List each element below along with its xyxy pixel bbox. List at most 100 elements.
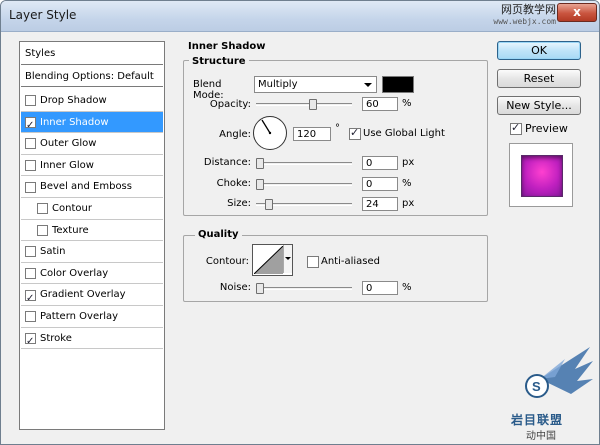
style-item-checkbox[interactable] bbox=[25, 115, 36, 136]
angle-unit: ° bbox=[335, 123, 340, 134]
window-title: Layer Style bbox=[9, 8, 77, 22]
style-item-label: Inner Glow bbox=[40, 159, 94, 171]
style-item-checkbox[interactable] bbox=[25, 288, 36, 309]
style-item-label: Contour bbox=[52, 203, 92, 214]
blend-mode-label: Blend Mode: bbox=[193, 79, 224, 101]
style-item-drop-shadow[interactable]: Drop Shadow bbox=[21, 90, 163, 112]
blend-mode-value: Multiply bbox=[258, 79, 298, 90]
style-item-stroke[interactable]: Stroke bbox=[21, 328, 163, 352]
style-item-inner-shadow[interactable]: Inner Shadow bbox=[21, 111, 163, 136]
contour-curve-icon bbox=[254, 246, 284, 274]
style-item-label: Color Overlay bbox=[40, 267, 109, 279]
watermark-top-sub: www.webjx.com bbox=[493, 17, 556, 26]
size-field[interactable]: 24 bbox=[362, 197, 398, 211]
close-icon: x bbox=[573, 5, 581, 19]
watermark-bottom2: 动中国 bbox=[526, 431, 556, 442]
inner-shadow-title: Inner Shadow bbox=[185, 41, 269, 52]
choke-label: Choke: bbox=[216, 178, 251, 189]
opacity-label: Opacity: bbox=[209, 99, 251, 110]
size-label: Size: bbox=[227, 198, 251, 209]
opacity-slider-thumb[interactable] bbox=[308, 99, 317, 110]
contour-dropdown[interactable] bbox=[283, 245, 292, 273]
style-item-checkbox[interactable] bbox=[25, 268, 36, 280]
noise-slider-track bbox=[256, 287, 352, 290]
angle-label: Angle: bbox=[219, 129, 251, 140]
style-item-label: Stroke bbox=[40, 332, 72, 344]
distance-slider-track bbox=[256, 162, 352, 165]
style-item-label: Bevel and Emboss bbox=[40, 181, 132, 193]
styles-header[interactable]: Styles bbox=[21, 43, 163, 65]
style-item-checkbox[interactable] bbox=[25, 246, 36, 258]
distance-label: Distance: bbox=[203, 157, 251, 168]
shadow-color-swatch[interactable] bbox=[382, 76, 414, 93]
style-item-checkbox[interactable] bbox=[25, 311, 36, 323]
choke-field[interactable]: 0 bbox=[362, 177, 398, 191]
styles-list: Styles Blending Options: Default Drop Sh… bbox=[19, 41, 165, 430]
anti-aliased-checkbox[interactable] bbox=[307, 256, 319, 268]
noise-label: Noise: bbox=[219, 282, 251, 293]
style-item-texture[interactable]: Texture bbox=[21, 220, 163, 242]
style-item-outer-glow[interactable]: Outer Glow bbox=[21, 133, 163, 155]
style-item-pattern-overlay[interactable]: Pattern Overlay bbox=[21, 306, 163, 328]
style-item-label: Inner Shadow bbox=[40, 116, 109, 128]
distance-field[interactable]: 0 bbox=[362, 156, 398, 170]
preview-image bbox=[521, 155, 563, 197]
noise-slider-thumb[interactable] bbox=[256, 283, 264, 294]
reset-button[interactable]: Reset bbox=[497, 69, 581, 88]
choke-slider-thumb[interactable] bbox=[256, 179, 264, 190]
size-slider-thumb[interactable] bbox=[264, 199, 273, 210]
preview-thumbnail bbox=[509, 143, 573, 207]
quality-title: Quality bbox=[195, 229, 242, 240]
style-item-label: Drop Shadow bbox=[40, 95, 107, 106]
style-item-checkbox[interactable] bbox=[37, 203, 48, 215]
chevron-down-icon bbox=[364, 83, 372, 87]
title-bar: Layer Style 网页教学网 www.webjx.com x bbox=[1, 1, 599, 32]
style-item-checkbox[interactable] bbox=[25, 95, 36, 107]
svg-text:S: S bbox=[532, 379, 541, 394]
distance-slider-thumb[interactable] bbox=[256, 158, 264, 169]
use-global-light-checkbox[interactable] bbox=[349, 126, 361, 140]
contour-picker[interactable] bbox=[252, 244, 293, 276]
style-item-contour[interactable]: Contour bbox=[21, 198, 163, 220]
opacity-slider-track bbox=[256, 103, 352, 106]
angle-field[interactable]: 120 bbox=[293, 127, 331, 141]
watermark-bottom: 岩目联盟 bbox=[511, 413, 564, 427]
style-item-inner-glow[interactable]: Inner Glow bbox=[21, 155, 163, 177]
style-item-checkbox[interactable] bbox=[25, 331, 36, 352]
size-unit: px bbox=[402, 198, 415, 209]
noise-unit: % bbox=[402, 282, 412, 293]
anti-aliased-label: Anti-aliased bbox=[321, 256, 381, 267]
style-item-label: Texture bbox=[52, 224, 89, 236]
preview-checkbox[interactable] bbox=[510, 121, 522, 135]
layer-style-dialog: Layer Style 网页教学网 www.webjx.com x Styles… bbox=[0, 0, 600, 445]
use-global-light-label: Use Global Light bbox=[363, 128, 445, 139]
style-item-checkbox[interactable] bbox=[25, 181, 36, 193]
style-item-label: Pattern Overlay bbox=[40, 311, 119, 322]
opacity-unit: % bbox=[402, 98, 412, 109]
style-item-checkbox[interactable] bbox=[25, 160, 36, 172]
style-item-label: Gradient Overlay bbox=[40, 289, 126, 301]
style-item-label: Satin bbox=[40, 246, 66, 258]
contour-label: Contour: bbox=[205, 256, 249, 267]
style-item-bevel-and-emboss[interactable]: Bevel and Emboss bbox=[21, 176, 163, 198]
blend-mode-select[interactable]: Multiply bbox=[254, 76, 377, 93]
style-item-gradient-overlay[interactable]: Gradient Overlay bbox=[21, 284, 163, 309]
watermark-top: 网页教学网 www.webjx.com bbox=[446, 4, 556, 28]
style-item-satin[interactable]: Satin bbox=[21, 241, 163, 263]
style-item-color-overlay[interactable]: Color Overlay bbox=[21, 263, 163, 285]
new-style-button[interactable]: New Style... bbox=[497, 96, 581, 115]
angle-dial[interactable] bbox=[253, 116, 287, 150]
style-item-checkbox[interactable] bbox=[25, 138, 36, 150]
style-item-checkbox[interactable] bbox=[37, 224, 48, 236]
opacity-field[interactable]: 60 bbox=[362, 97, 398, 111]
close-button[interactable]: x bbox=[557, 3, 597, 22]
blending-options-item[interactable]: Blending Options: Default bbox=[21, 66, 163, 87]
distance-unit: px bbox=[402, 157, 415, 168]
structure-title: Structure bbox=[189, 56, 249, 67]
noise-field[interactable]: 0 bbox=[362, 281, 398, 295]
style-item-label: Outer Glow bbox=[40, 138, 97, 150]
watermark-top-text: 网页教学网 bbox=[501, 3, 556, 16]
chevron-down-icon bbox=[285, 257, 291, 260]
preview-label: Preview bbox=[525, 122, 568, 135]
ok-button[interactable]: OK bbox=[497, 41, 581, 60]
